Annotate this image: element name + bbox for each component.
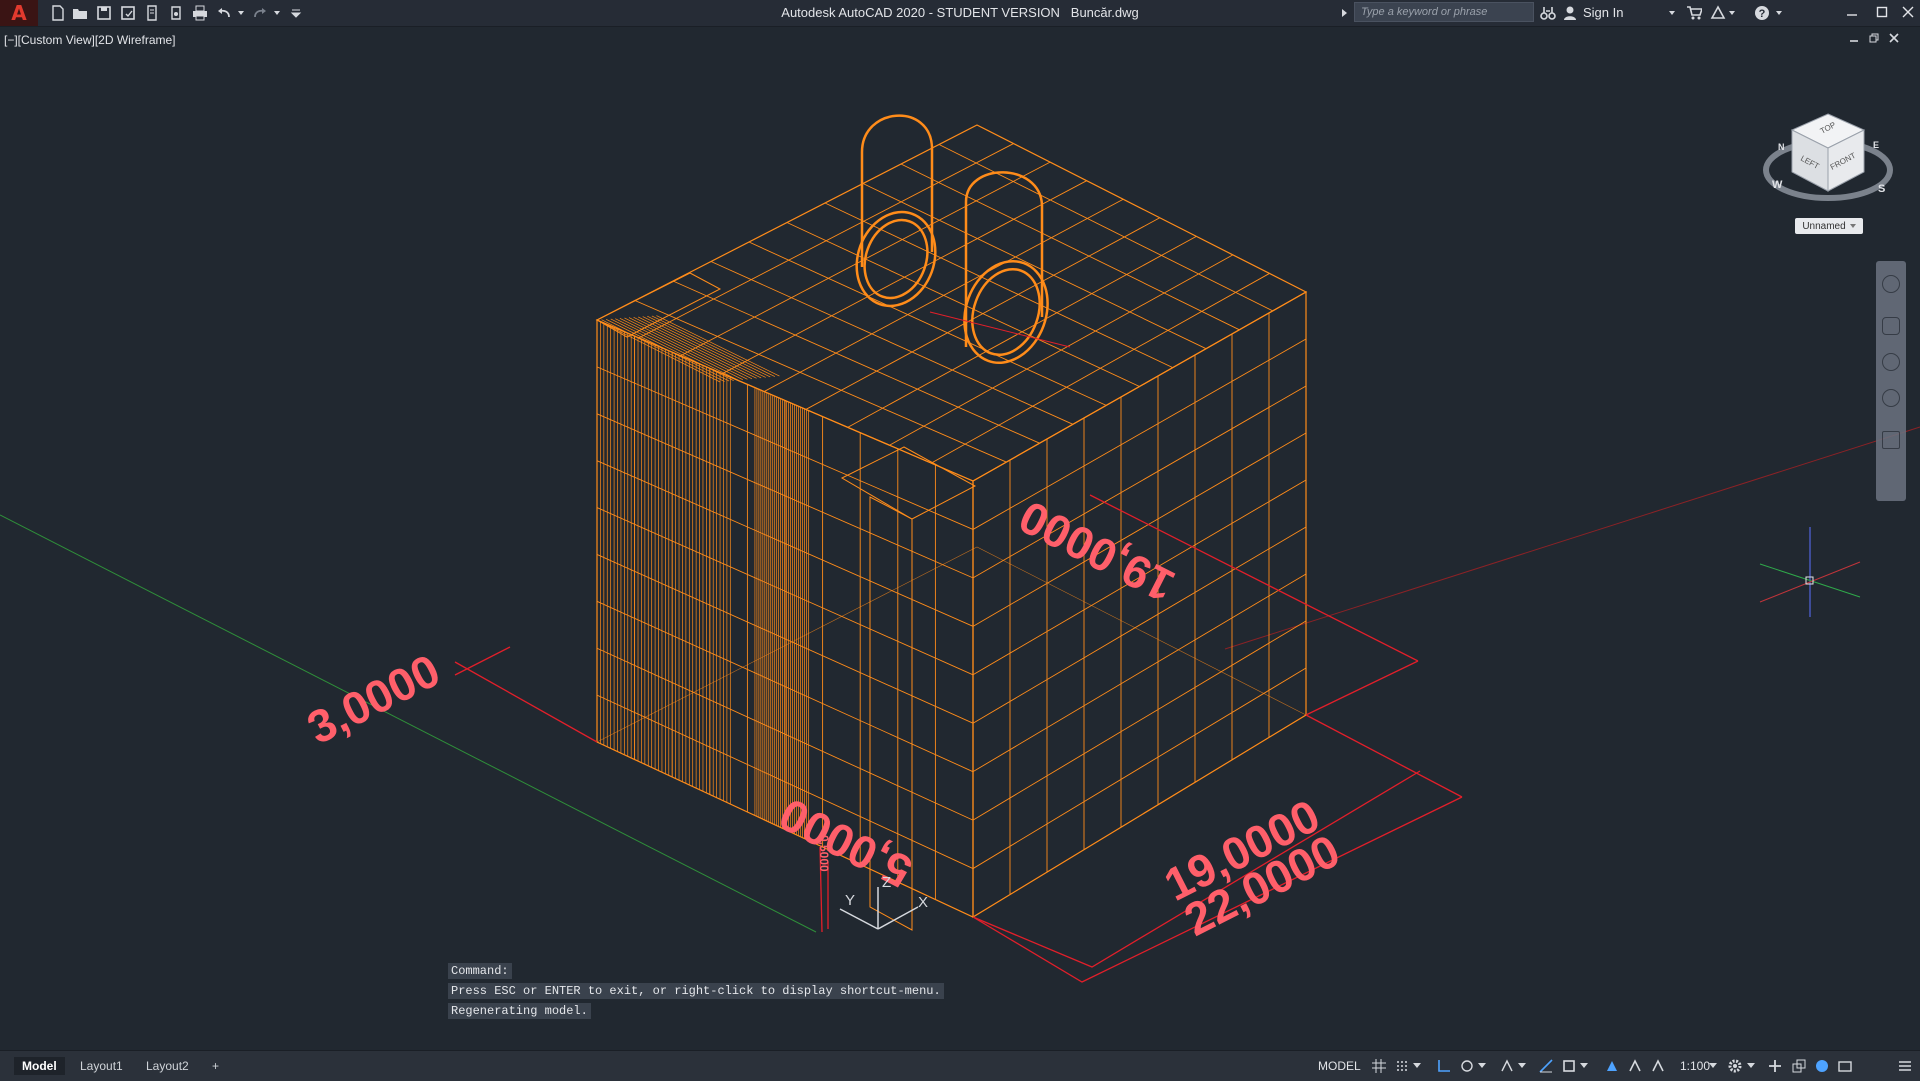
close-icon[interactable] [1896, 2, 1920, 24]
open-icon[interactable] [70, 3, 90, 23]
save-icon[interactable] [94, 3, 114, 23]
compass-e-label: E [1873, 140, 1879, 150]
orbit-icon[interactable] [1882, 389, 1900, 407]
customize-icon[interactable] [286, 3, 306, 23]
gear-icon[interactable] [1726, 1058, 1744, 1074]
object-snap-dropdown-icon[interactable] [1579, 1058, 1589, 1074]
compass-s-label: S [1878, 183, 1885, 195]
polar-icon[interactable] [1458, 1058, 1476, 1074]
svg-text:?: ? [1759, 8, 1766, 20]
object-snap-icon[interactable] [1560, 1058, 1578, 1074]
scale-dropdown-icon[interactable] [1708, 1058, 1718, 1074]
isolate-objects-icon[interactable] [1790, 1058, 1808, 1074]
cart-icon[interactable] [1686, 3, 1702, 23]
add-icon[interactable] [1766, 1058, 1784, 1074]
plot-icon[interactable] [166, 3, 186, 23]
isodraft-icon[interactable] [1498, 1058, 1516, 1074]
a360-icon[interactable] [1710, 3, 1726, 23]
grid-icon[interactable] [1370, 1058, 1388, 1074]
snap-icon[interactable] [1393, 1058, 1411, 1074]
redo-icon[interactable] [250, 3, 270, 23]
maximize-icon[interactable] [1870, 2, 1894, 24]
bin-wireframe [595, 124, 1308, 919]
tab-model[interactable]: Model [14, 1057, 65, 1075]
title-bar: A Autodesk AutoCAD 2020 - STUDENT VERSIO… [0, 0, 1920, 27]
search-input[interactable] [1354, 2, 1534, 22]
wcs-label: Unnamed [1802, 220, 1846, 232]
polar-dropdown-icon[interactable] [1477, 1058, 1487, 1074]
customization-menu-icon[interactable] [1896, 1058, 1914, 1074]
ucs-x-label: X [918, 894, 928, 911]
chevron-down-icon [1849, 224, 1856, 228]
snap-dropdown-icon[interactable] [1412, 1058, 1422, 1074]
undo-icon[interactable] [214, 3, 234, 23]
sign-in-link[interactable]: Sign In [1583, 5, 1623, 20]
inner-box-top [840, 446, 977, 520]
tab-layout1[interactable]: Layout1 [72, 1057, 131, 1075]
minimize-icon[interactable] [1840, 2, 1864, 24]
compass-n-label: N [1778, 142, 1785, 152]
annotation-scale-icon[interactable] [1649, 1058, 1667, 1074]
publish-icon[interactable] [142, 3, 162, 23]
application-menu-button[interactable]: A [0, 0, 38, 26]
ucs-z-label: Z [882, 874, 891, 891]
print-icon[interactable] [190, 3, 210, 23]
gear-dropdown-icon[interactable] [1746, 1058, 1756, 1074]
tab-layout2[interactable]: Layout2 [138, 1057, 197, 1075]
ortho-icon[interactable] [1435, 1058, 1453, 1074]
drawing-canvas: 3,0000 19,0000 5,0000 19,0000 22,0000 0,… [0, 114, 1920, 983]
dim-3-ext [454, 661, 598, 743]
redo-dropdown-icon[interactable] [272, 3, 282, 23]
navigation-bar [1876, 261, 1906, 501]
search-expand-icon[interactable] [1341, 3, 1349, 23]
dim-text-19-top: 19,0000 [1011, 491, 1183, 613]
clean-screen-icon[interactable] [1836, 1058, 1854, 1074]
undo-dropdown-icon[interactable] [236, 3, 246, 23]
showmotion-icon[interactable] [1882, 431, 1900, 449]
compass-w-label: W [1772, 179, 1783, 191]
autocad-logo-icon: A [11, 1, 27, 25]
handle-loop-right [964, 171, 1044, 347]
status-bar: Model Layout1 Layout2 + MODEL 1:100 [0, 1050, 1920, 1081]
binoculars-icon[interactable] [1540, 3, 1556, 23]
annotation-scale-value[interactable]: 1:100 [1680, 1059, 1710, 1073]
add-layout-button[interactable]: + [204, 1057, 227, 1075]
handle-ring-left-inner [863, 218, 929, 300]
command-history-line: Command: [448, 963, 512, 979]
pan-icon[interactable] [1882, 317, 1900, 335]
sign-in-dropdown-icon[interactable] [1668, 3, 1676, 23]
viewcube[interactable]: TOP LEFT FRONT W S N E [1760, 92, 1896, 222]
a360-dropdown-icon[interactable] [1728, 3, 1736, 23]
user-icon[interactable] [1563, 3, 1577, 23]
hardware-acceleration-icon[interactable] [1813, 1058, 1831, 1074]
steering-wheel-icon[interactable] [1882, 275, 1900, 293]
command-history-line: Press ESC or ENTER to exit, or right-cli… [448, 983, 944, 999]
app-name: Autodesk AutoCAD 2020 - STUDENT VERSION [781, 5, 1060, 20]
help-dropdown-icon[interactable] [1775, 3, 1783, 23]
ucs-y-label: Y [845, 892, 855, 909]
command-history-line: Regenerating model. [448, 1003, 591, 1019]
x-axis-line [0, 514, 817, 933]
file-name: Buncăr.dwg [1070, 5, 1139, 20]
isodraft-dropdown-icon[interactable] [1517, 1058, 1527, 1074]
annotation-visibility-icon[interactable] [1603, 1058, 1621, 1074]
help-icon[interactable]: ? [1754, 3, 1770, 23]
zoom-icon[interactable] [1882, 353, 1900, 371]
drawing-viewport[interactable]: [−][Custom View][2D Wireframe] 3,0000 19… [0, 27, 1920, 1074]
dim-text-small: 0,5000 [817, 835, 831, 872]
model-space-toggle[interactable]: MODEL [1318, 1059, 1361, 1073]
handle-ring-right-inner [971, 267, 1041, 357]
object-snap-tracking-icon[interactable] [1537, 1058, 1555, 1074]
new-icon[interactable] [48, 3, 68, 23]
auto-scale-icon[interactable] [1626, 1058, 1644, 1074]
save-as-icon[interactable] [118, 3, 138, 23]
bin-top-face [595, 124, 1308, 482]
dim-text-3: 3,0000 [299, 644, 448, 754]
crosshair-cursor [1759, 527, 1861, 617]
wcs-dropdown[interactable]: Unnamed [1795, 218, 1863, 234]
